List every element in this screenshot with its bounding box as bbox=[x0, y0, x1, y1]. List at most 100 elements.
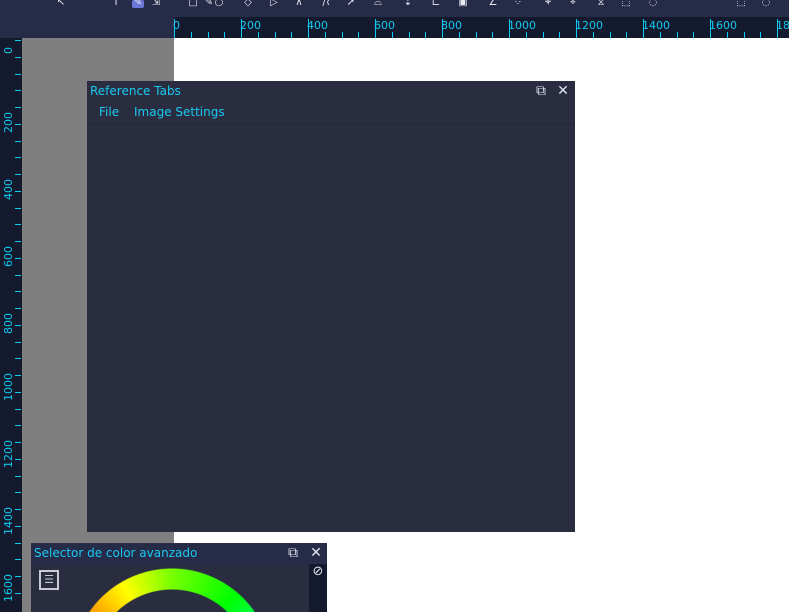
ruler-label: 800 bbox=[2, 313, 15, 334]
ruler-tick bbox=[258, 32, 259, 38]
ruler-tick bbox=[15, 526, 21, 527]
ruler-tick bbox=[15, 442, 21, 443]
select-icon[interactable]: ⁘ bbox=[512, 0, 524, 8]
freehand-brush-icon[interactable]: ✎ bbox=[132, 0, 144, 8]
panel-title: Selector de color avanzado bbox=[34, 546, 198, 560]
close-icon[interactable]: ✕ bbox=[308, 545, 324, 561]
select-ellipse-icon[interactable]: ◌ bbox=[647, 0, 659, 8]
ruler-tick bbox=[643, 19, 644, 38]
ruler-tick bbox=[610, 32, 611, 38]
transform-icon[interactable]: ⇲ bbox=[150, 0, 162, 8]
ruler-tick bbox=[224, 32, 225, 38]
ruler-tick bbox=[15, 174, 21, 175]
cursor-icon[interactable]: ↖ bbox=[55, 0, 67, 8]
ruler-tick bbox=[15, 425, 21, 426]
ruler-top bbox=[174, 17, 789, 38]
ruler-tick bbox=[459, 32, 460, 38]
ruler-tick bbox=[241, 19, 242, 38]
smart-patch-icon[interactable]: ➚ bbox=[345, 0, 357, 8]
ruler-tick bbox=[15, 107, 21, 108]
ruler-tick bbox=[15, 291, 21, 292]
ruler-tick bbox=[15, 308, 21, 309]
zoom-icon[interactable]: ⊏ bbox=[430, 0, 442, 8]
ruler-label: 600 bbox=[374, 19, 395, 32]
ruler-tick bbox=[208, 32, 209, 38]
color-wheel[interactable] bbox=[31, 564, 309, 612]
color-area: ☰ bbox=[31, 564, 309, 612]
ruler-tick bbox=[15, 275, 21, 276]
pen-icon[interactable]: ∠ bbox=[487, 0, 499, 8]
ruler-tick bbox=[576, 19, 577, 38]
float-icon[interactable]: ⧉ bbox=[533, 83, 549, 99]
side-strip: ⊘ bbox=[309, 564, 327, 612]
ruler-tick bbox=[15, 593, 21, 594]
ellipse-icon[interactable]: ○ bbox=[213, 0, 225, 8]
transform2-icon[interactable]: ⧖ bbox=[595, 0, 607, 8]
select-rect-icon[interactable]: ⬚ bbox=[620, 0, 632, 8]
ruler-tick bbox=[191, 32, 192, 38]
no-color-icon[interactable]: ⊘ bbox=[311, 565, 325, 579]
ruler-label: 600 bbox=[2, 246, 15, 267]
ruler-label: 400 bbox=[307, 19, 328, 32]
ruler-tick bbox=[358, 32, 359, 38]
ruler-tick bbox=[15, 191, 21, 192]
ruler-label: 1200 bbox=[575, 19, 603, 32]
ruler-tick bbox=[15, 124, 21, 125]
settings-list-icon[interactable]: ☰ bbox=[39, 570, 59, 590]
ruler-tick bbox=[15, 342, 21, 343]
tool-icon[interactable]: ◌ bbox=[760, 0, 772, 8]
ruler-tick bbox=[476, 32, 477, 38]
ruler-tick bbox=[693, 32, 694, 38]
ruler-label: 800 bbox=[441, 19, 462, 32]
divider bbox=[87, 123, 575, 124]
menu-file[interactable]: File bbox=[99, 105, 119, 119]
ruler-tick bbox=[15, 258, 21, 259]
ruler-tick bbox=[15, 492, 21, 493]
gradient-icon[interactable]: ▣ bbox=[457, 0, 469, 8]
ruler-tick bbox=[392, 32, 393, 38]
ruler-tick bbox=[15, 392, 21, 393]
ruler-tick bbox=[15, 409, 21, 410]
ruler-tick bbox=[442, 19, 443, 38]
ruler-tick bbox=[526, 32, 527, 38]
move-icon[interactable]: ⇣ bbox=[402, 0, 414, 8]
ruler-label: 1400 bbox=[2, 507, 15, 535]
ruler-tick bbox=[777, 19, 778, 38]
tool-icon[interactable]: ⬚ bbox=[735, 0, 747, 8]
ruler-tick bbox=[15, 208, 21, 209]
ruler-label: 1200 bbox=[2, 440, 15, 468]
ruler-tick bbox=[15, 157, 21, 158]
assistant-icon[interactable]: ⚘ bbox=[542, 0, 554, 8]
polygon-icon[interactable]: ◇ bbox=[242, 0, 254, 8]
ruler-tick bbox=[325, 32, 326, 38]
ruler-tick bbox=[15, 543, 21, 544]
ruler-label: 200 bbox=[240, 19, 261, 32]
ruler-tick bbox=[15, 576, 21, 577]
measure-icon[interactable]: ⌖ bbox=[567, 0, 579, 8]
rectangle-icon[interactable]: □ bbox=[187, 0, 199, 8]
text-tool-icon[interactable]: T bbox=[110, 0, 122, 8]
ruler-tick bbox=[660, 32, 661, 38]
ruler-label: 1600 bbox=[2, 574, 15, 602]
ruler-tick bbox=[15, 375, 21, 376]
crop-icon[interactable]: ⌓ bbox=[372, 0, 384, 8]
polyline-icon[interactable]: ▷ bbox=[268, 0, 280, 8]
close-icon[interactable]: ✕ bbox=[555, 83, 571, 99]
float-icon[interactable]: ⧉ bbox=[285, 545, 301, 561]
ruler-tick bbox=[15, 224, 21, 225]
ruler-label: 1000 bbox=[508, 19, 536, 32]
ruler-tick bbox=[492, 32, 493, 38]
ruler-tick bbox=[15, 476, 21, 477]
menu-image-settings[interactable]: Image Settings bbox=[134, 105, 225, 119]
ruler-tick bbox=[15, 57, 21, 58]
ruler-tick bbox=[727, 32, 728, 38]
ruler-tick bbox=[710, 19, 711, 38]
fill-icon[interactable]: ⌇ bbox=[322, 0, 334, 8]
ruler-tick bbox=[15, 90, 21, 91]
ruler-tick bbox=[291, 32, 292, 38]
ruler-tick bbox=[275, 32, 276, 38]
ruler-label: 1000 bbox=[2, 373, 15, 401]
bezier-icon[interactable]: ∧ bbox=[293, 0, 305, 8]
ruler-tick bbox=[626, 32, 627, 38]
ruler-tick bbox=[15, 509, 21, 510]
